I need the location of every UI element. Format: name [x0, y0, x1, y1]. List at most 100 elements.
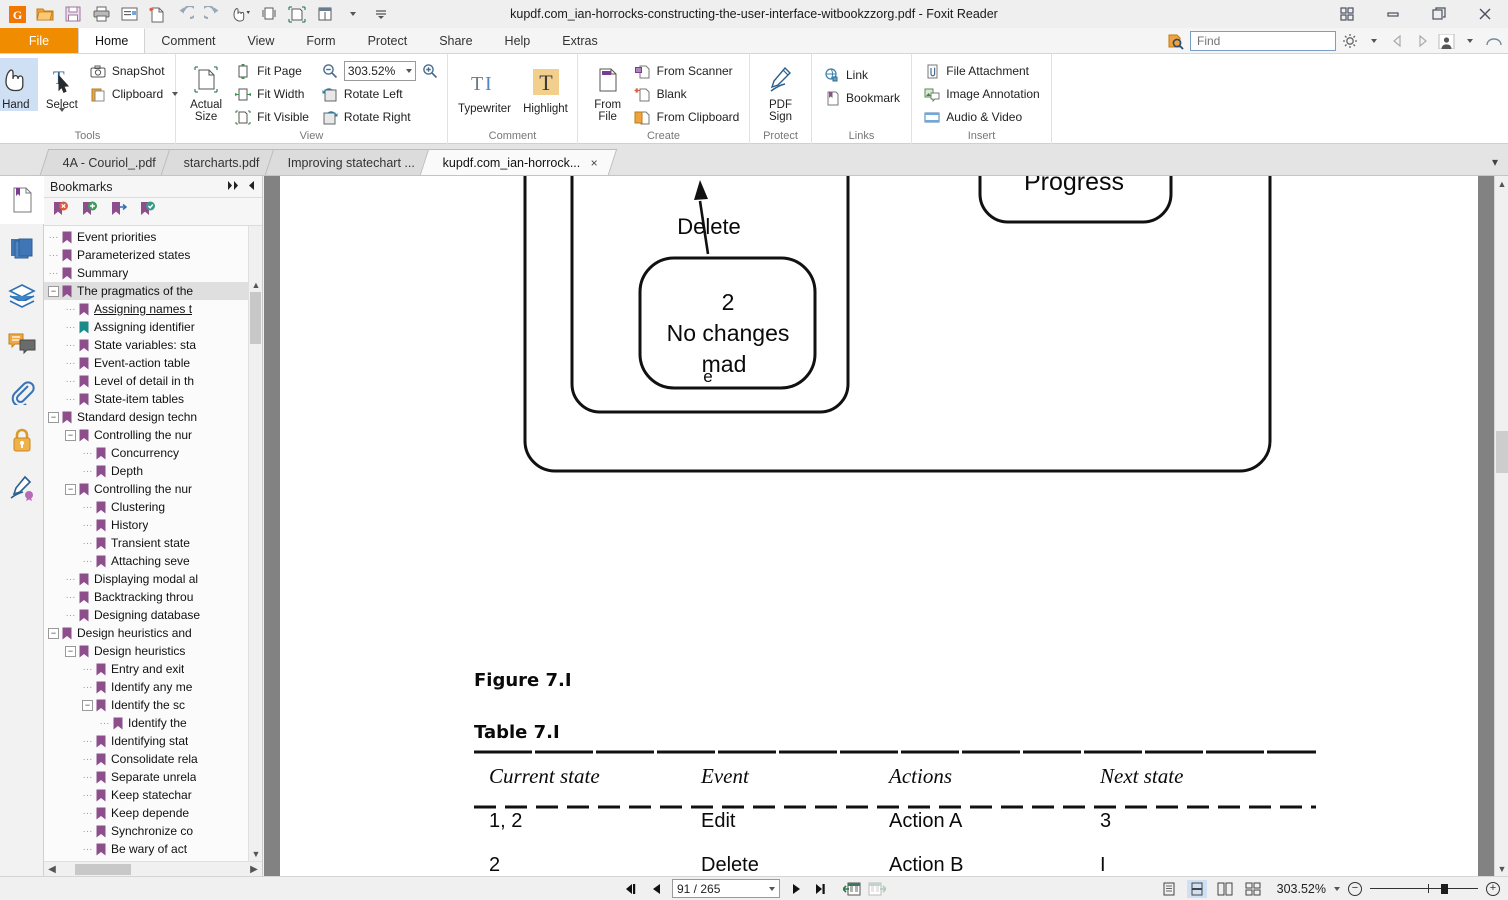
scroll-up-icon[interactable]: ▲ — [249, 278, 262, 292]
expand-all-icon[interactable] — [228, 180, 240, 194]
bookmark-row[interactable]: ··· Assigning names t — [44, 300, 262, 318]
bookmark-row[interactable]: ··· Level of detail in th — [44, 372, 262, 390]
select-copy-icon[interactable] — [256, 2, 282, 26]
bookmark-row[interactable]: − Controlling the nur — [44, 480, 262, 498]
bookmark-row[interactable]: ··· Entry and exit — [44, 660, 262, 678]
doc-tab-1[interactable]: starcharts.pdf — [160, 149, 280, 175]
image-annotation-button[interactable]: Image Annotation — [920, 83, 1042, 105]
page-back-history-icon[interactable] — [843, 880, 861, 898]
bookmark-row[interactable]: ··· Identify the — [44, 714, 262, 732]
bookmarks-vertical-scrollbar[interactable]: ▲ ▼ — [248, 226, 262, 861]
expand-collapse-icon[interactable]: − — [82, 699, 93, 711]
hand-tool-icon[interactable] — [228, 2, 254, 26]
from-file-button[interactable]: From File — [585, 58, 631, 123]
menu-extras[interactable]: Extras — [546, 28, 613, 53]
bookmarks-horizontal-scrollbar[interactable]: ◀ ▶ — [44, 861, 262, 876]
link-button[interactable]: Link — [820, 64, 903, 86]
bookmark-row[interactable]: ··· Synchronize co — [44, 822, 262, 840]
restore-small-icon[interactable] — [1324, 0, 1370, 28]
bookmark-row[interactable]: ··· Keep depende — [44, 804, 262, 822]
expand-collapse-icon[interactable]: − — [48, 285, 59, 297]
bookmark-row[interactable]: − Standard design techn — [44, 408, 262, 426]
menu-home[interactable]: Home — [78, 28, 146, 53]
bookmark-row[interactable]: − Controlling the nur — [44, 426, 262, 444]
menu-share[interactable]: Share — [423, 28, 488, 53]
bookmark-row[interactable]: ··· Separate unrela — [44, 768, 262, 786]
scroll-up-icon[interactable]: ▲ — [1495, 176, 1508, 191]
scroll-down-icon[interactable]: ▼ — [249, 847, 262, 861]
bookmarks-hscroll-thumb[interactable] — [75, 863, 131, 875]
chevron-down-icon[interactable] — [1334, 886, 1340, 891]
zoom-level-input[interactable]: 303.52% — [343, 61, 416, 81]
delete-bookmark-icon[interactable] — [52, 201, 69, 223]
bookmark-row[interactable]: ··· State variables: sta — [44, 336, 262, 354]
sidebar-item-signatures[interactable] — [0, 464, 44, 512]
zoom-in-icon[interactable]: + — [1486, 881, 1500, 896]
sidebar-item-pages[interactable] — [0, 224, 44, 272]
menu-protect[interactable]: Protect — [352, 28, 424, 53]
foxit-logo-icon[interactable]: G — [4, 2, 30, 26]
account-avatar-icon[interactable] — [1436, 31, 1456, 51]
chevron-down-icon[interactable] — [1364, 31, 1384, 51]
find-input[interactable] — [1195, 33, 1354, 49]
sidebar-item-security[interactable] — [0, 416, 44, 464]
sidebar-item-attachments[interactable] — [0, 368, 44, 416]
file-attachment-button[interactable]: File Attachment — [920, 60, 1042, 82]
back-arrow-icon[interactable] — [1388, 31, 1408, 51]
collapse-panel-icon[interactable] — [248, 180, 256, 194]
chevron-down-icon[interactable] — [769, 886, 775, 891]
single-page-view-button[interactable] — [1159, 880, 1179, 898]
bookmark-row[interactable]: ··· Clustering — [44, 498, 262, 516]
blank-button[interactable]: Blank — [631, 83, 743, 105]
continuous-facing-view-button[interactable] — [1243, 880, 1263, 898]
fit-width-button[interactable]: Fit Width — [231, 83, 312, 105]
cloud-icon[interactable] — [1484, 31, 1504, 51]
bookmark-options-icon[interactable] — [139, 201, 156, 223]
bookmark-row[interactable]: ··· Transient state — [44, 534, 262, 552]
from-clipboard-button[interactable]: From Clipboard — [631, 106, 743, 128]
bookmark-row[interactable]: ··· Depth — [44, 462, 262, 480]
toolbar-overflow-icon[interactable] — [368, 2, 394, 26]
chevron-down-icon[interactable] — [340, 2, 366, 26]
scroll-down-icon[interactable]: ▼ — [1495, 861, 1508, 876]
clipboard-button[interactable]: Clipboard — [86, 83, 181, 105]
first-page-icon[interactable] — [622, 880, 640, 898]
select-tool-button[interactable]: T Select — [38, 58, 86, 124]
snapshot-crop-icon[interactable] — [284, 2, 310, 26]
audio-video-button[interactable]: Audio & Video — [920, 106, 1042, 128]
rotate-left-button[interactable]: Rotate Left — [318, 83, 442, 105]
bookmark-button[interactable]: Bookmark — [820, 87, 903, 109]
bookmark-row[interactable]: ··· Keep statechar — [44, 786, 262, 804]
facing-page-view-button[interactable] — [1215, 880, 1235, 898]
bookmark-row[interactable]: ··· State-item tables — [44, 390, 262, 408]
email-icon[interactable] — [116, 2, 142, 26]
doc-tab-3[interactable]: kupdf.com_ian-horrock... × — [419, 149, 617, 175]
page-number-input[interactable]: 91 / 265 — [672, 879, 780, 898]
new-blank-icon[interactable] — [144, 2, 170, 26]
expand-collapse-icon[interactable]: − — [65, 645, 76, 657]
zoom-slider-knob[interactable] — [1441, 883, 1448, 894]
document-scroll-thumb[interactable] — [1496, 431, 1508, 473]
bookmark-row[interactable]: − Design heuristics and — [44, 624, 262, 642]
bookmark-row[interactable]: ··· Displaying modal al — [44, 570, 262, 588]
bookmark-row[interactable]: ··· Identify any me — [44, 678, 262, 696]
minimize-icon[interactable] — [1370, 0, 1416, 28]
tabstrip-overflow-button[interactable]: ▾ — [1492, 153, 1508, 175]
menu-comment[interactable]: Comment — [145, 28, 231, 53]
goto-bookmark-icon[interactable] — [110, 201, 128, 223]
expand-collapse-icon[interactable]: − — [48, 411, 59, 423]
expand-collapse-icon[interactable]: − — [65, 483, 76, 495]
zoom-in-icon[interactable] — [421, 62, 439, 80]
bookmark-row[interactable]: ··· Event-action table — [44, 354, 262, 372]
expand-collapse-icon[interactable]: − — [48, 627, 59, 639]
typewriter-button[interactable]: TI Typewriter — [452, 62, 518, 115]
redo-icon[interactable] — [200, 2, 226, 26]
scroll-right-icon[interactable]: ▶ — [247, 864, 261, 875]
bookmark-row[interactable]: ··· Consolidate rela — [44, 750, 262, 768]
next-page-icon[interactable] — [787, 880, 805, 898]
document-view[interactable]: Progress Delete 2 No changes mad e Figur… — [264, 176, 1494, 876]
save-icon[interactable] — [60, 2, 86, 26]
bookmarks-scroll-thumb[interactable] — [250, 292, 261, 344]
continuous-page-view-button[interactable] — [1186, 879, 1207, 898]
menu-file[interactable]: File — [0, 28, 78, 53]
